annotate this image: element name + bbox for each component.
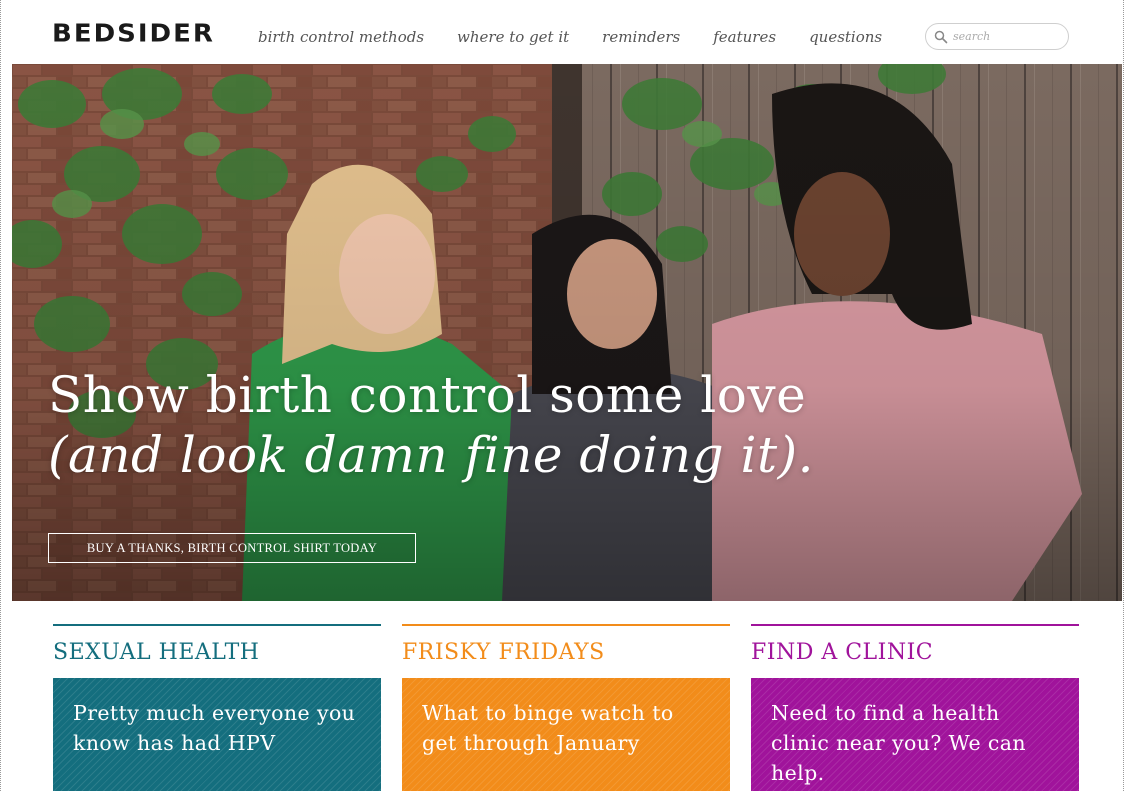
column-sexual-health: SEXUAL HEALTH Pretty much everyone you k… [53,624,381,791]
top-nav: BEDSIDER birth control methods where to … [12,0,1122,64]
column-heading[interactable]: SEXUAL HEALTH [53,640,381,665]
column-heading[interactable]: FIND A CLINIC [751,640,1079,665]
column-divider [53,624,381,626]
nav-link-birth-control-methods[interactable]: birth control methods [258,28,424,46]
column-heading[interactable]: FRISKY FRIDAYS [402,640,730,665]
column-divider [402,624,730,626]
nav-links: birth control methods where to get it re… [258,28,882,46]
nav-link-where-to-get-it[interactable]: where to get it [457,28,569,46]
hero-photo [12,64,1122,601]
column-find-a-clinic: FIND A CLINIC Need to find a health clin… [751,624,1079,791]
logo[interactable]: BEDSIDER [52,20,215,49]
nav-link-features[interactable]: features [713,28,776,46]
nav-link-questions[interactable]: questions [809,28,882,46]
hero-banner: Show birth control some love (and look d… [12,64,1122,601]
feature-card[interactable]: Pretty much everyone you know has had HP… [53,678,381,791]
nav-link-reminders[interactable]: reminders [602,28,680,46]
search-box[interactable] [925,23,1069,50]
hero-headline-line1: Show birth control some love [48,366,807,424]
hero-headline: Show birth control some love (and look d… [48,365,814,485]
column-frisky-fridays: FRISKY FRIDAYS What to binge watch to ge… [402,624,730,791]
search-icon [934,30,948,43]
search-input[interactable] [953,30,1063,43]
feature-card[interactable]: Need to find a health clinic near you? W… [751,678,1079,791]
buy-shirt-button[interactable]: BUY A THANKS, BIRTH CONTROL SHIRT TODAY [48,533,416,563]
hero-headline-line2: (and look damn fine doing it). [48,426,815,484]
feature-card[interactable]: What to binge watch to get through Janua… [402,678,730,791]
column-divider [751,624,1079,626]
